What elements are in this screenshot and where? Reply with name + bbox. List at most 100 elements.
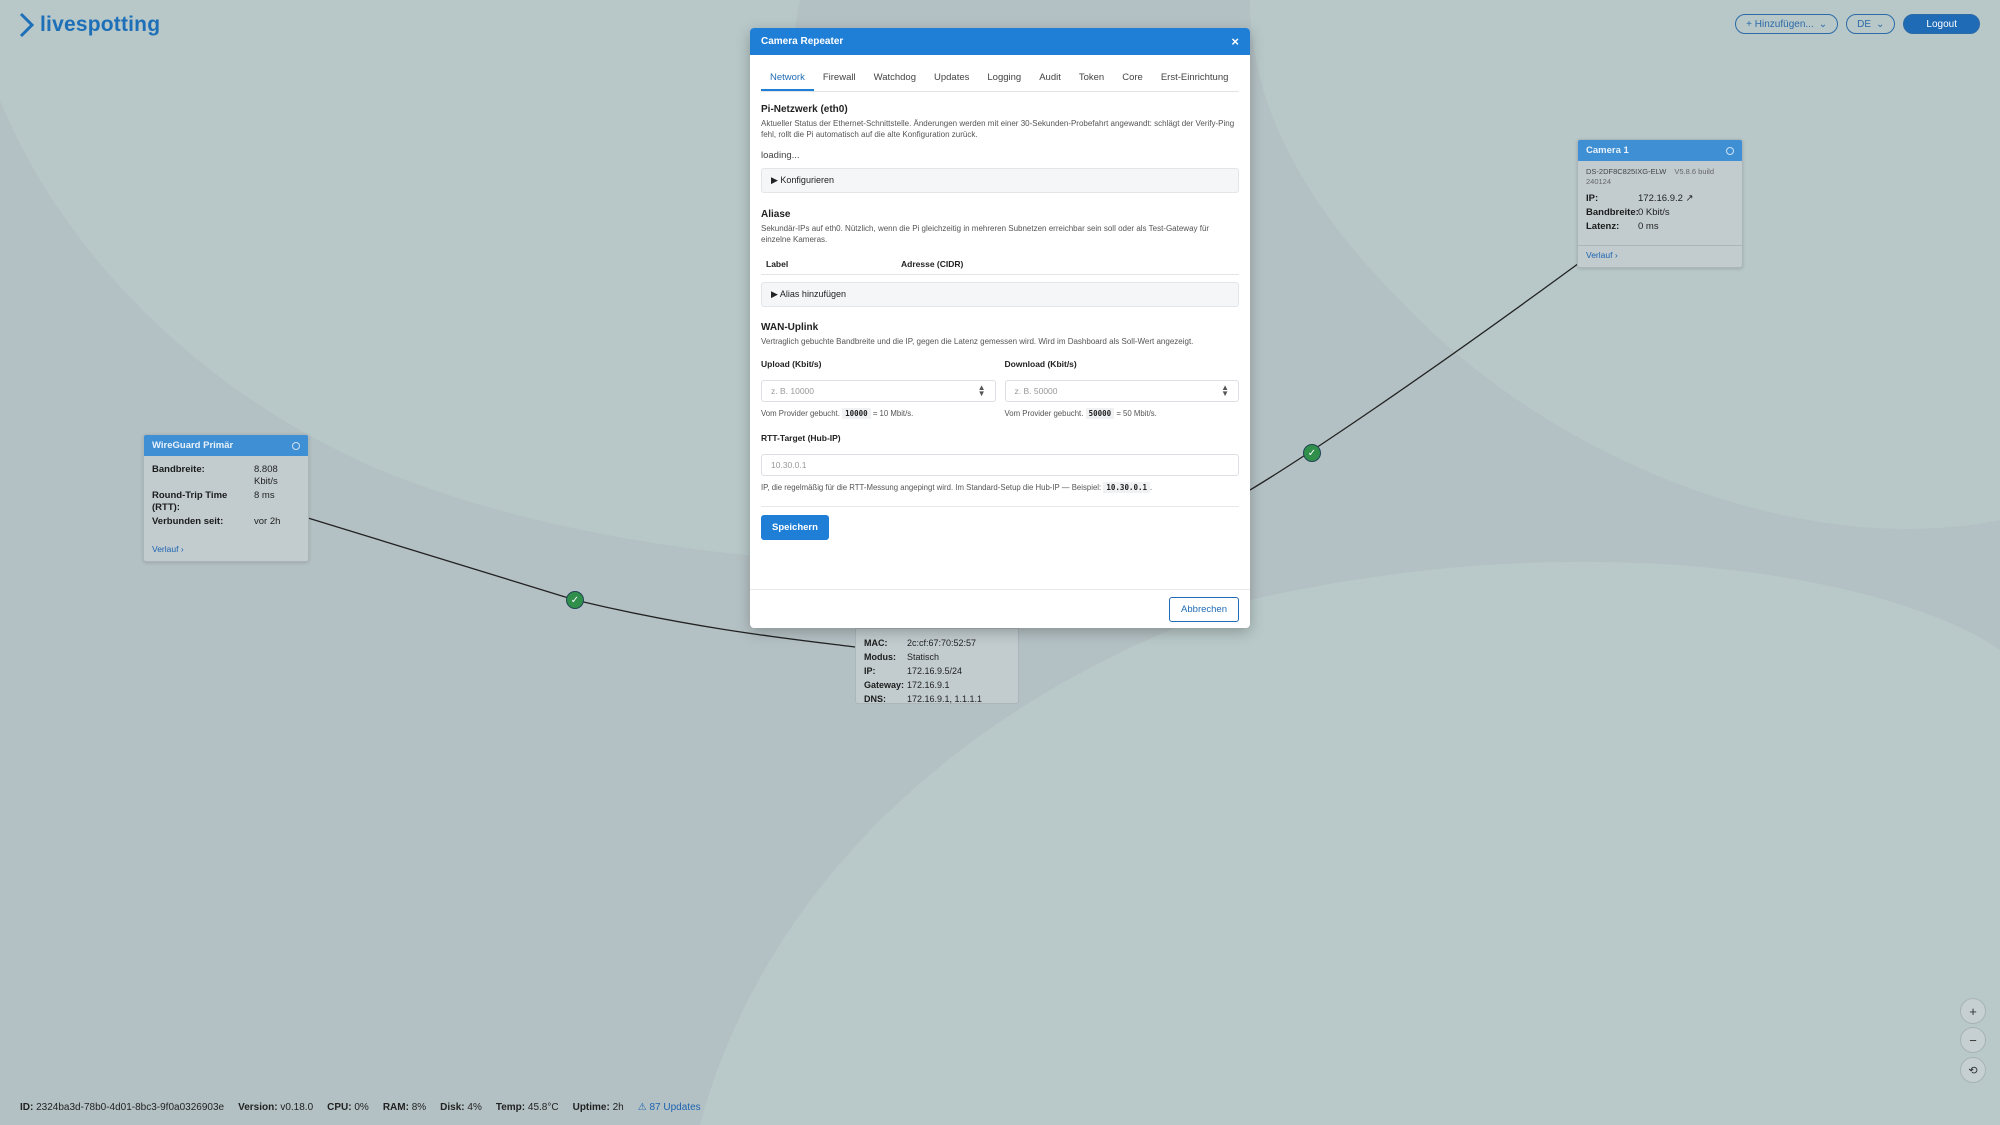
cancel-button[interactable]: Abbrechen [1169,596,1239,622]
status-cpu: CPU: 0% [327,1102,369,1113]
modal-title: Camera Repeater [761,36,844,47]
save-button[interactable]: Speichern [761,515,829,540]
node-header: WireGuard Primär [144,435,308,456]
wan-fields: Upload (Kbit/s) z. B. 10000 ▲ ▼ Vom Provi… [761,359,1240,419]
status-uptime: Uptime: 2h [573,1102,624,1113]
help-text: = 50 Mbit/s. [1116,409,1157,418]
node-repeater-details[interactable]: MAC: 2c:cf:67:70:52:57 Modus: Statisch IP:… [855,628,1019,704]
status-version: Version: v0.18.0 [238,1102,313,1113]
upload-help: Vom Provider gebucht. 10000 = 10 Mbit/s. [761,408,996,419]
history-link[interactable]: Verlauf › [1578,245,1742,267]
stepper-icon[interactable]: ▲ ▼ [978,384,986,398]
kv-value: 172.16.9.1 [907,680,950,690]
updates-link[interactable]: ⚠ 87 Updates [638,1102,701,1113]
status-temp-value: 45.8°C [527,1102,559,1113]
help-text: . [1150,483,1153,492]
kv-key: Latenz: [1586,221,1620,232]
download-help: Vom Provider gebucht. 50000 = 50 Mbit/s. [1005,408,1240,419]
modal-body: Pi-Netzwerk (eth0) Aktueller Status der … [750,104,1250,540]
link-ok-check-icon[interactable]: ✓ [566,591,584,609]
download-input[interactable]: z. B. 50000 ▲ ▼ [1004,380,1239,402]
section-desc-wan: Vertraglich gebuchte Bandbreite und die … [761,337,1194,346]
gear-icon[interactable] [292,441,300,450]
tab-watchdog[interactable]: Watchdog [865,66,925,91]
node-body: DS-2DF8C825IXG-ELW V5.8.6 build 240124 I… [1578,161,1742,241]
status-disk-label: Disk: [440,1102,465,1113]
tab-firewall[interactable]: Firewall [814,66,865,91]
kv-row: Bandbreite: 8.808 Kbit/s [152,464,300,488]
node-title: Camera 1 [1586,145,1629,156]
node-wireguard[interactable]: WireGuard Primär Bandbreite: 8.808 Kbit/s… [143,434,309,562]
logo-chevron-icon [19,12,35,38]
kv-value: 172.16.9.1, 1.1.1.1 [907,694,983,704]
kv-value: 172.16.9.5/24 [907,666,963,676]
kv-row: DNS: 172.16.9.1, 1.1.1.1 [864,693,1010,705]
node-title: WireGuard Primär [152,440,234,451]
kv-key: Verbunden seit: [152,516,224,527]
language-select[interactable]: DE ⌄ [1846,14,1896,34]
configure-toggle[interactable]: ▶ Konfigurieren [761,168,1239,193]
kv-key: Bandbreite: [1586,207,1639,218]
download-placeholder: z. B. 50000 [1014,386,1058,396]
alias-table-header: Label Adresse (CIDR) [761,259,1239,275]
modal-footer: Abbrechen [750,589,1250,628]
kv-row: Round-Trip Time (RTT): 8 ms [152,490,300,514]
zoom-out-button[interactable]: − [1960,1027,1986,1053]
col-address: Adresse (CIDR) [901,259,964,269]
close-icon[interactable]: × [1231,34,1239,49]
node-body: Bandbreite: 8.808 Kbit/s Round-Trip Time … [144,456,308,536]
status-version-value: v0.18.0 [280,1102,314,1113]
history-link[interactable]: Verlauf › [144,540,308,561]
upload-input[interactable]: z. B. 10000 ▲ ▼ [761,380,996,402]
upload-group: Upload (Kbit/s) z. B. 10000 ▲ ▼ Vom Provi… [761,359,996,419]
status-ram-value: 8% [411,1102,427,1113]
node-camera[interactable]: Camera 1 DS-2DF8C825IXG-ELW V5.8.6 build… [1577,139,1743,268]
link-ok-check-icon[interactable]: ✓ [1303,444,1321,462]
help-code: 50000 [1085,408,1115,419]
app-logo[interactable]: livespotting [18,12,160,38]
kv-key: Gateway: [864,680,905,690]
kv-row: Gateway: 172.16.9.1 [864,679,1010,691]
logout-button[interactable]: Logout [1903,14,1980,34]
logo-text: livespotting [40,13,161,36]
zoom-reset-button[interactable]: ⟲ [1960,1057,1986,1083]
add-button[interactable]: + Hinzufügen... ⌄ [1735,14,1839,34]
status-id-value: 2324ba3d-78b0-4d01-8bc3-9f0a0326903e [36,1102,225,1113]
kv-row: Bandbreite: 0 Kbit/s [1586,207,1734,219]
divider [761,506,1239,507]
tab-network[interactable]: Network [761,66,814,91]
upload-placeholder: z. B. 10000 [771,386,815,396]
kv-row: Modus: Statisch [864,651,1010,663]
status-uptime-value: 2h [612,1102,624,1113]
kv-key: Bandbreite: [152,464,205,475]
tab-logging[interactable]: Logging [978,66,1030,91]
tab-core[interactable]: Core [1113,66,1152,91]
tab-updates[interactable]: Updates [925,66,978,91]
zoom-in-button[interactable]: + [1960,998,1986,1024]
tab-token[interactable]: Token [1070,66,1113,91]
help-text: Vom Provider gebucht. [761,409,840,418]
kv-key: IP: [1586,193,1599,204]
camera-model: DS-2DF8C825IXG-ELW [1586,167,1667,176]
alias-add-toggle[interactable]: ▶ Alias hinzufügen [761,282,1239,307]
tab-erst-einrichtung[interactable]: Erst-Einrichtung [1152,66,1238,91]
kv-key: MAC: [864,638,888,648]
status-disk-value: 4% [467,1102,482,1113]
section-desc-pi: Aktueller Status der Ethernet-Schnittste… [761,119,1235,139]
rtt-help: IP, die regelmäßig für die RTT-Messung a… [761,482,1239,493]
gear-icon[interactable] [1726,146,1734,155]
kv-row: MAC: 2c:cf:67:70:52:57 [864,637,1010,649]
modal-tabs: Network Firewall Watchdog Updates Loggin… [761,66,1239,92]
rtt-input[interactable]: 10.30.0.1 [761,454,1239,476]
section-title-alias: Aliase [761,209,791,220]
stepper-icon[interactable]: ▲ ▼ [1221,384,1229,398]
rtt-label: RTT-Target (Hub-IP) [761,433,841,443]
download-label: Download (Kbit/s) [1004,359,1077,369]
kv-key: IP: [864,666,876,676]
kv-key: Round-Trip Time (RTT): [152,490,228,513]
download-group: Download (Kbit/s) z. B. 50000 ▲ ▼ Vom Pro… [1004,359,1240,419]
tab-audit[interactable]: Audit [1030,66,1070,91]
kv-value[interactable]: 172.16.9.2 ↗ [1638,193,1694,205]
section-title-pi: Pi-Netzwerk (eth0) [761,104,848,115]
kv-value: 0 ms [1638,221,1659,232]
